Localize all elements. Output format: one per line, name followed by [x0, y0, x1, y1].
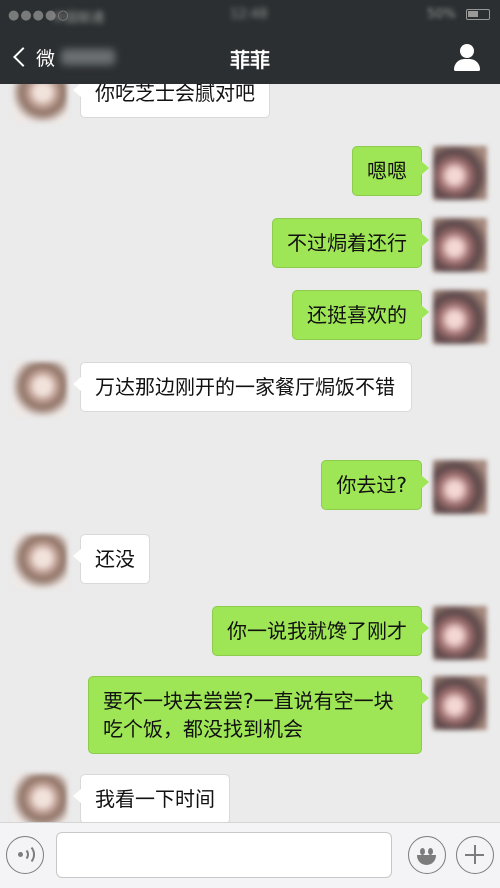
voice-icon[interactable]: [6, 836, 44, 874]
contact-avatar[interactable]: [13, 362, 67, 416]
my-avatar[interactable]: [433, 290, 487, 344]
message-bubble-incoming[interactable]: 你吃芝士会腻对吧: [73, 84, 270, 118]
message-bubble-outgoing[interactable]: 你去过?: [321, 460, 429, 510]
contact-avatar[interactable]: [13, 534, 67, 588]
my-avatar[interactable]: [433, 146, 487, 200]
status-right: 50%: [421, 7, 490, 22]
input-bar: [0, 822, 500, 888]
message-bubble-outgoing[interactable]: 不过焗着还行: [272, 218, 429, 268]
message-bubble-outgoing[interactable]: 你一说我就馋了刚才: [212, 606, 429, 656]
chat-area[interactable]: 你吃芝士会腻对吧 嗯嗯 不过焗着还行 还挺喜欢的 万达那边刚开的一家餐厅焗饭不错…: [0, 84, 500, 822]
chat-title: 菲菲: [230, 48, 270, 72]
my-avatar[interactable]: [433, 676, 487, 730]
my-avatar[interactable]: [433, 606, 487, 660]
status-bar: ●●●●○ 中国联通 12:48 50%: [0, 0, 500, 30]
status-time: 12:48: [230, 7, 268, 22]
battery-percent: 50%: [426, 7, 456, 22]
contact-avatar[interactable]: [13, 84, 67, 122]
message-bubble-incoming[interactable]: 我看一下时间: [73, 774, 230, 822]
plus-icon[interactable]: [456, 836, 494, 874]
message-bubble-incoming[interactable]: 还没: [73, 534, 150, 584]
message-bubble-incoming[interactable]: 万达那边刚开的一家餐厅焗饭不错: [73, 362, 412, 412]
message-bubble-outgoing[interactable]: 还挺喜欢的: [292, 290, 429, 340]
message-input[interactable]: [56, 832, 392, 878]
my-avatar[interactable]: [433, 218, 487, 272]
message-bubble-outgoing[interactable]: 嗯嗯: [352, 146, 429, 196]
emoji-icon[interactable]: [408, 836, 446, 874]
carrier-name: 中国联通: [52, 11, 105, 26]
battery-icon: [466, 9, 490, 20]
message-bubble-outgoing[interactable]: 要不一块去尝尝?一直说有空一块吃个饭，都没找到机会: [88, 676, 429, 754]
nav-bar: 微 菲菲: [0, 30, 500, 84]
my-avatar[interactable]: [433, 460, 487, 514]
person-icon[interactable]: [452, 44, 482, 72]
contact-avatar[interactable]: [13, 774, 67, 822]
